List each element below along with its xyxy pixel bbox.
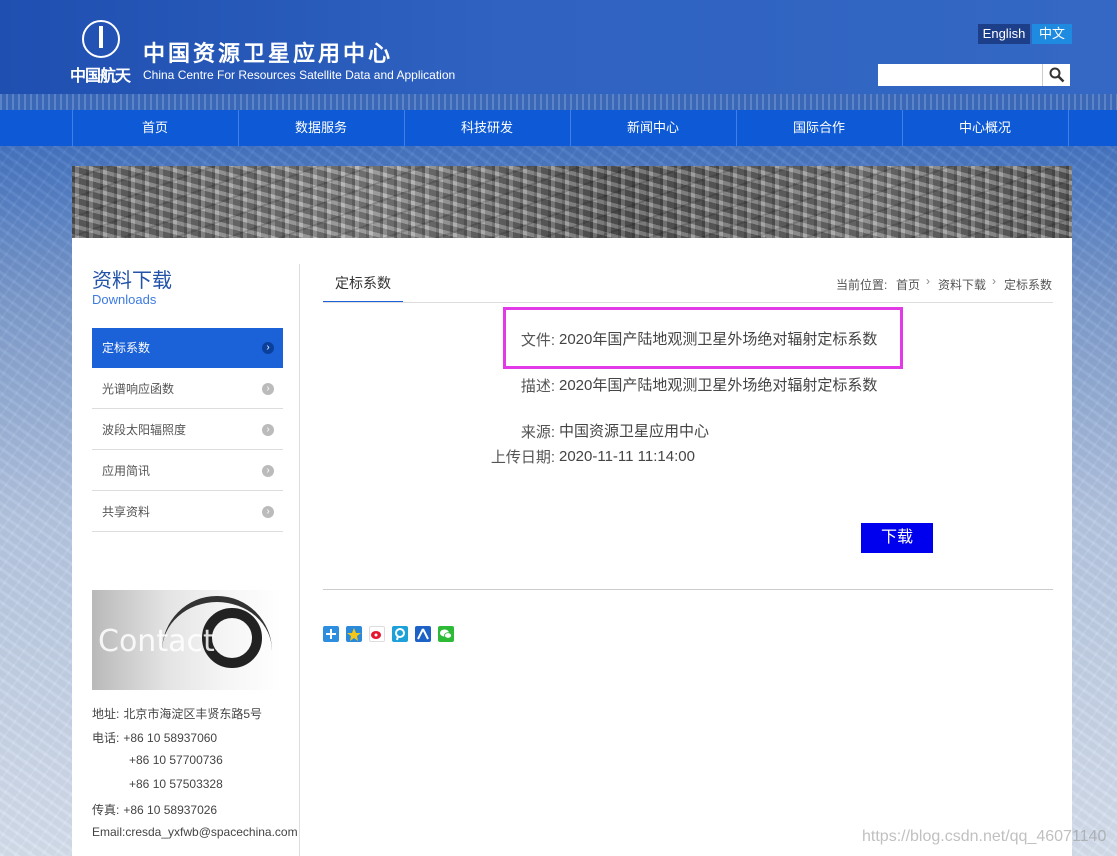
sidebar-subtitle: Downloads bbox=[92, 292, 157, 307]
sidebar-item-calibration[interactable]: 定标系数 › bbox=[92, 328, 283, 368]
share-plus-icon[interactable] bbox=[323, 626, 339, 642]
main-nav: 首页 数据服务 科技研发 新闻中心 国际合作 中心概况 bbox=[0, 110, 1117, 146]
sidebar-item-label: 光谱响应函数 bbox=[102, 382, 175, 396]
contact-address: 地址: 北京市海淀区丰贤东路5号 bbox=[92, 707, 263, 721]
upload-date-value: 2020-11-11 11:14:00 bbox=[559, 448, 695, 465]
nav-item-research[interactable]: 科技研发 bbox=[404, 110, 569, 146]
contact-image-text: Contact bbox=[98, 624, 215, 659]
content-divider bbox=[323, 589, 1053, 590]
tab-calibration[interactable]: 定标系数 bbox=[323, 270, 403, 303]
contact-phone-2: +86 10 57700736 bbox=[129, 753, 223, 767]
breadcrumb-home[interactable]: 首页 bbox=[896, 276, 920, 293]
tab-underline-divider bbox=[323, 302, 1053, 303]
chevron-right-icon: › bbox=[262, 506, 274, 518]
cnsa-logo[interactable]: 中国航天 bbox=[70, 20, 136, 85]
source-value: 中国资源卫星应用中心 bbox=[559, 423, 710, 440]
nav-item-news[interactable]: 新闻中心 bbox=[570, 110, 735, 146]
contact-phone-3: +86 10 57503328 bbox=[129, 777, 223, 791]
csdn-watermark: https://blog.csdn.net/qq_46071140 bbox=[862, 828, 1107, 845]
description-label: 描述: bbox=[520, 378, 555, 395]
lang-english-link[interactable]: English bbox=[978, 24, 1030, 44]
rocket-emblem-icon bbox=[82, 20, 120, 58]
breadcrumb-separator-icon: › bbox=[992, 274, 996, 288]
site-title-cn: 中国资源卫星应用中心 bbox=[143, 41, 394, 66]
contact-fax: 传真: +86 10 58937026 bbox=[92, 803, 218, 817]
chevron-right-icon: › bbox=[262, 383, 274, 395]
sidebar-item-label: 波段太阳辐照度 bbox=[102, 423, 187, 437]
search-input[interactable] bbox=[878, 64, 1038, 86]
upload-date-label: 上传日期: bbox=[490, 449, 555, 466]
wechat-icon[interactable] bbox=[438, 626, 454, 642]
sidebar-item-label: 应用简讯 bbox=[102, 464, 151, 478]
description-value: 2020年国产陆地观测卫星外场绝对辐射定标系数 bbox=[559, 377, 878, 394]
renren-icon[interactable] bbox=[415, 626, 431, 642]
sidebar-item-shared-docs[interactable]: 共享资料 › bbox=[92, 492, 283, 532]
search-icon bbox=[1049, 67, 1065, 83]
satellite-banner-image bbox=[72, 166, 1072, 238]
breadcrumb-downloads[interactable]: 资料下载 bbox=[938, 276, 986, 293]
nav-divider bbox=[1068, 110, 1069, 146]
site-title-en: China Centre For Resources Satellite Dat… bbox=[143, 68, 456, 82]
contact-email: Email:cresda_yxfwb@spacechina.com bbox=[92, 825, 298, 839]
vertical-divider bbox=[299, 264, 300, 856]
nav-item-data-service[interactable]: 数据服务 bbox=[238, 110, 403, 146]
source-label: 来源: bbox=[520, 424, 555, 441]
breadcrumb-current: 定标系数 bbox=[1004, 278, 1053, 292]
nav-item-home[interactable]: 首页 bbox=[72, 110, 237, 146]
chevron-right-icon: › bbox=[262, 465, 274, 477]
nav-item-international[interactable]: 国际合作 bbox=[736, 110, 901, 146]
chevron-right-icon: › bbox=[262, 342, 274, 354]
file-value[interactable]: 2020年国产陆地观测卫星外场绝对辐射定标系数 bbox=[559, 329, 889, 350]
breadcrumb-separator-icon: › bbox=[926, 274, 930, 288]
download-button[interactable]: 下载 bbox=[861, 523, 933, 553]
search-button[interactable] bbox=[1042, 64, 1070, 86]
sidebar-title: 资料下载 bbox=[92, 270, 172, 292]
sidebar-item-solar-irradiance[interactable]: 波段太阳辐照度 › bbox=[92, 410, 283, 450]
contact-image: Contact bbox=[92, 590, 282, 690]
lang-chinese-link[interactable]: 中文 bbox=[1032, 24, 1072, 44]
qzone-icon[interactable] bbox=[346, 626, 362, 642]
weibo-icon[interactable] bbox=[369, 626, 385, 642]
sidebar-item-spectral-response[interactable]: 光谱响应函数 › bbox=[92, 369, 283, 409]
sidebar-item-label: 共享资料 bbox=[102, 505, 151, 519]
chevron-right-icon: › bbox=[262, 424, 274, 436]
tencent-weibo-icon[interactable] bbox=[392, 626, 408, 642]
file-label: 文件: bbox=[520, 332, 555, 349]
contact-phone: 电话: +86 10 58937060 bbox=[92, 731, 218, 745]
breadcrumb-label: 当前位置: bbox=[836, 278, 888, 292]
sidebar-item-label: 定标系数 bbox=[102, 341, 151, 355]
sidebar-item-application-news[interactable]: 应用简讯 › bbox=[92, 451, 283, 491]
nav-item-about[interactable]: 中心概况 bbox=[902, 110, 1067, 146]
logo-text: 中国航天 bbox=[70, 68, 131, 85]
